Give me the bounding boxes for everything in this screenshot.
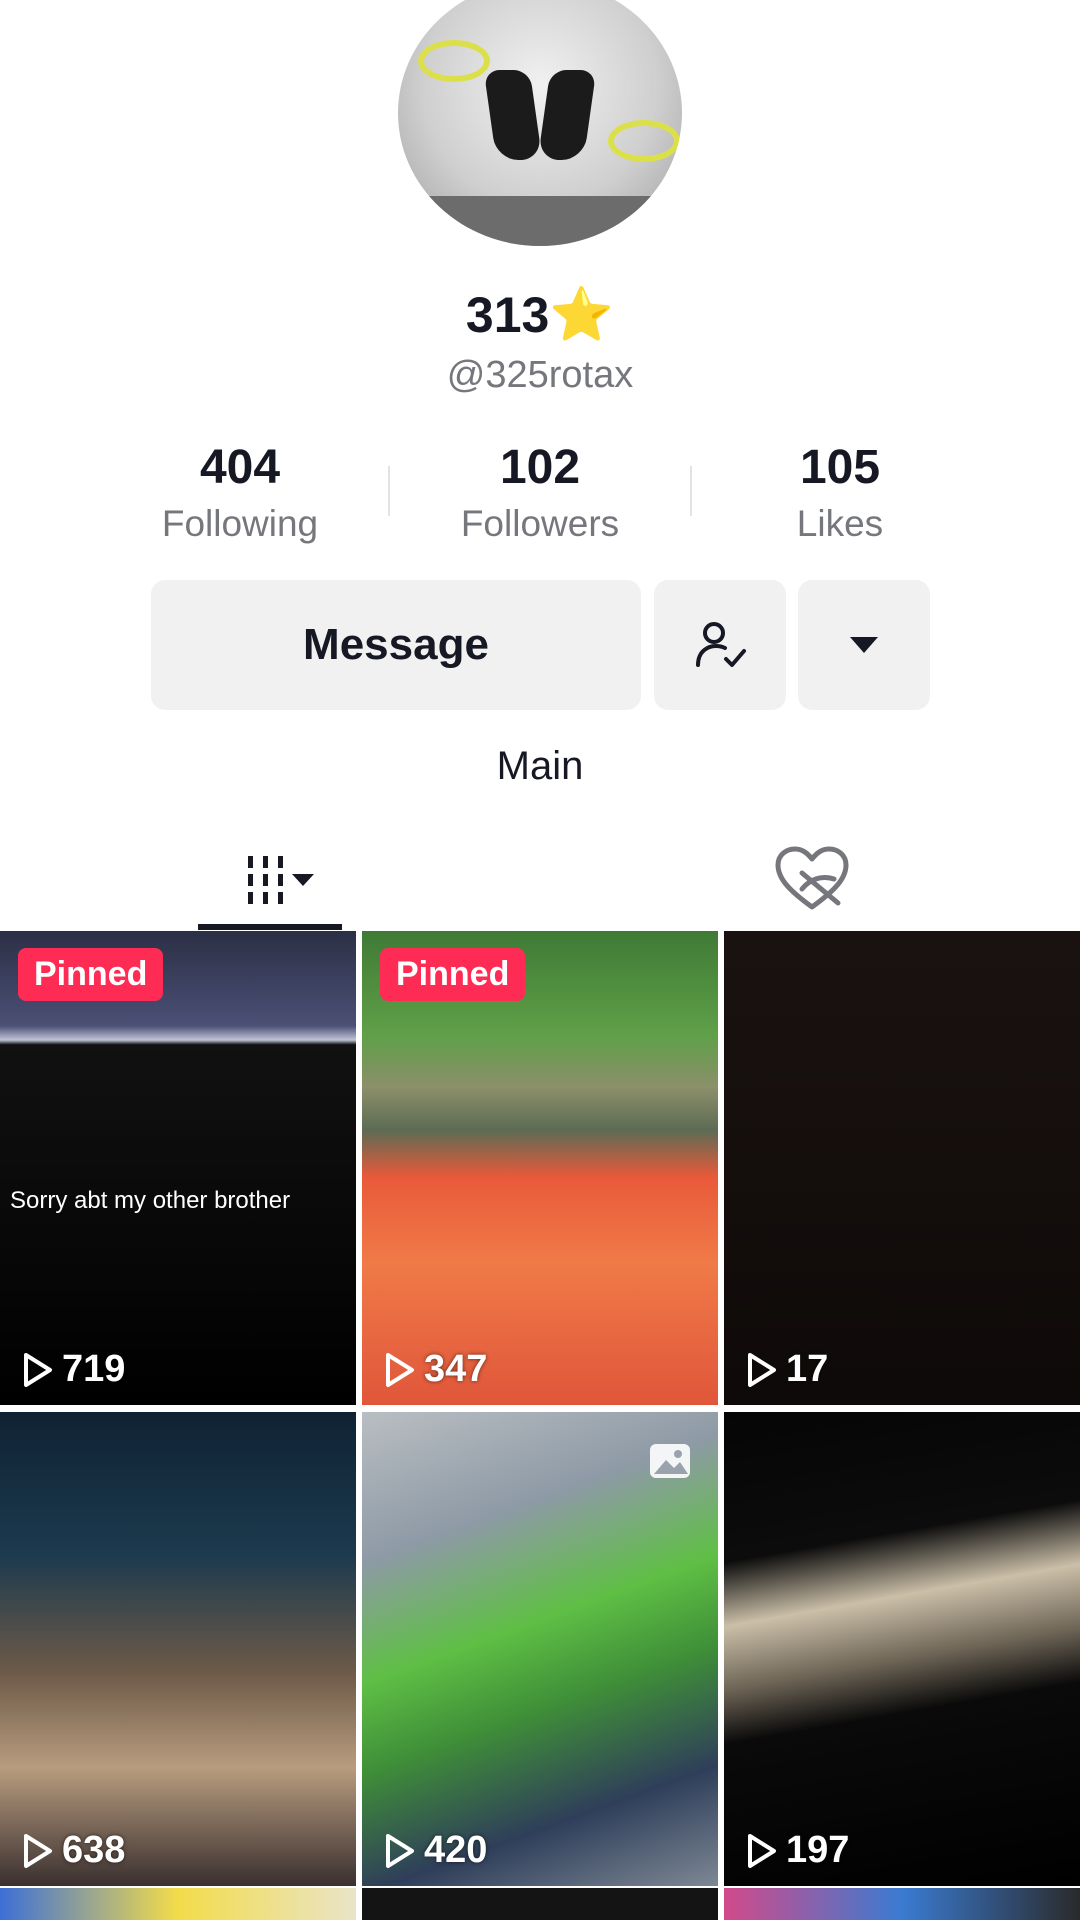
pinned-badge: Pinned bbox=[380, 948, 526, 1001]
play-icon bbox=[386, 1833, 414, 1868]
stat-label: Followers bbox=[460, 503, 620, 544]
video-caption: Sorry abt my other brother bbox=[10, 1187, 291, 1214]
person-check-icon bbox=[696, 622, 746, 667]
stat-label: Likes bbox=[796, 503, 884, 544]
video-thumbnail-partial[interactable] bbox=[362, 1888, 718, 1920]
video-thumbnail[interactable]: 197 bbox=[724, 1412, 1080, 1886]
tab-liked[interactable] bbox=[756, 830, 868, 930]
play-icon bbox=[24, 1833, 52, 1868]
view-count: 347 bbox=[384, 1348, 487, 1391]
video-thumbnail[interactable]: 420 bbox=[362, 1412, 718, 1886]
display-name-text: 313 bbox=[465, 287, 550, 343]
stat-likes[interactable]: 105 Likes bbox=[710, 440, 970, 545]
view-count: 420 bbox=[384, 1829, 487, 1872]
view-count: 638 bbox=[22, 1829, 125, 1872]
stat-divider bbox=[388, 466, 390, 516]
video-thumbnail[interactable]: Pinned 347 bbox=[362, 931, 718, 1405]
car-grille-right bbox=[537, 70, 597, 160]
stat-following[interactable]: 404 Following bbox=[110, 440, 370, 545]
play-icon bbox=[386, 1352, 414, 1387]
video-thumbnail[interactable]: 638 bbox=[0, 1412, 356, 1886]
stat-divider bbox=[690, 466, 692, 516]
stat-value: 404 bbox=[199, 441, 281, 494]
play-icon bbox=[24, 1352, 52, 1387]
video-thumbnail[interactable]: 17 bbox=[724, 931, 1080, 1405]
pinned-badge: Pinned bbox=[18, 948, 164, 1001]
avatar[interactable] bbox=[398, 0, 682, 246]
car-grille-left bbox=[483, 70, 543, 160]
video-thumbnail[interactable]: Pinned Sorry abt my other brother 719 bbox=[0, 931, 356, 1405]
more-options-button[interactable] bbox=[798, 580, 930, 710]
view-count-text: 347 bbox=[424, 1348, 488, 1390]
view-count-text: 197 bbox=[786, 1829, 850, 1871]
view-count-text: 719 bbox=[62, 1348, 126, 1390]
video-thumbnail-partial[interactable] bbox=[724, 1888, 1080, 1920]
star-emoji: ⭐ bbox=[549, 286, 615, 344]
username: @325rotax bbox=[446, 354, 634, 396]
view-count: 17 bbox=[746, 1348, 828, 1391]
stat-value: 105 bbox=[799, 441, 881, 494]
avatar-road bbox=[398, 196, 682, 246]
caret-down-icon bbox=[850, 637, 878, 653]
play-icon bbox=[748, 1352, 776, 1387]
tab-active-indicator bbox=[198, 924, 342, 930]
playlist-label[interactable]: Main bbox=[0, 744, 1080, 789]
grid-icon bbox=[248, 856, 314, 904]
tab-videos[interactable] bbox=[198, 830, 342, 930]
message-button[interactable]: Message bbox=[151, 580, 641, 710]
stat-value: 102 bbox=[499, 441, 581, 494]
video-thumbnail-partial[interactable] bbox=[0, 1888, 356, 1920]
display-name: 313⭐ bbox=[0, 284, 1080, 345]
view-count-text: 638 bbox=[62, 1829, 126, 1871]
stat-label: Following bbox=[161, 503, 319, 544]
view-count-text: 420 bbox=[424, 1829, 488, 1871]
photo-icon bbox=[650, 1444, 690, 1478]
view-count: 719 bbox=[22, 1348, 125, 1391]
following-status-button[interactable] bbox=[654, 580, 786, 710]
hidden-heart-icon bbox=[775, 846, 849, 910]
play-icon bbox=[748, 1833, 776, 1868]
stat-followers[interactable]: 102 Followers bbox=[410, 440, 670, 545]
car-headlight-left bbox=[418, 40, 490, 82]
car-headlight-right bbox=[608, 120, 680, 162]
view-count: 197 bbox=[746, 1829, 849, 1872]
view-count-text: 17 bbox=[786, 1348, 829, 1390]
